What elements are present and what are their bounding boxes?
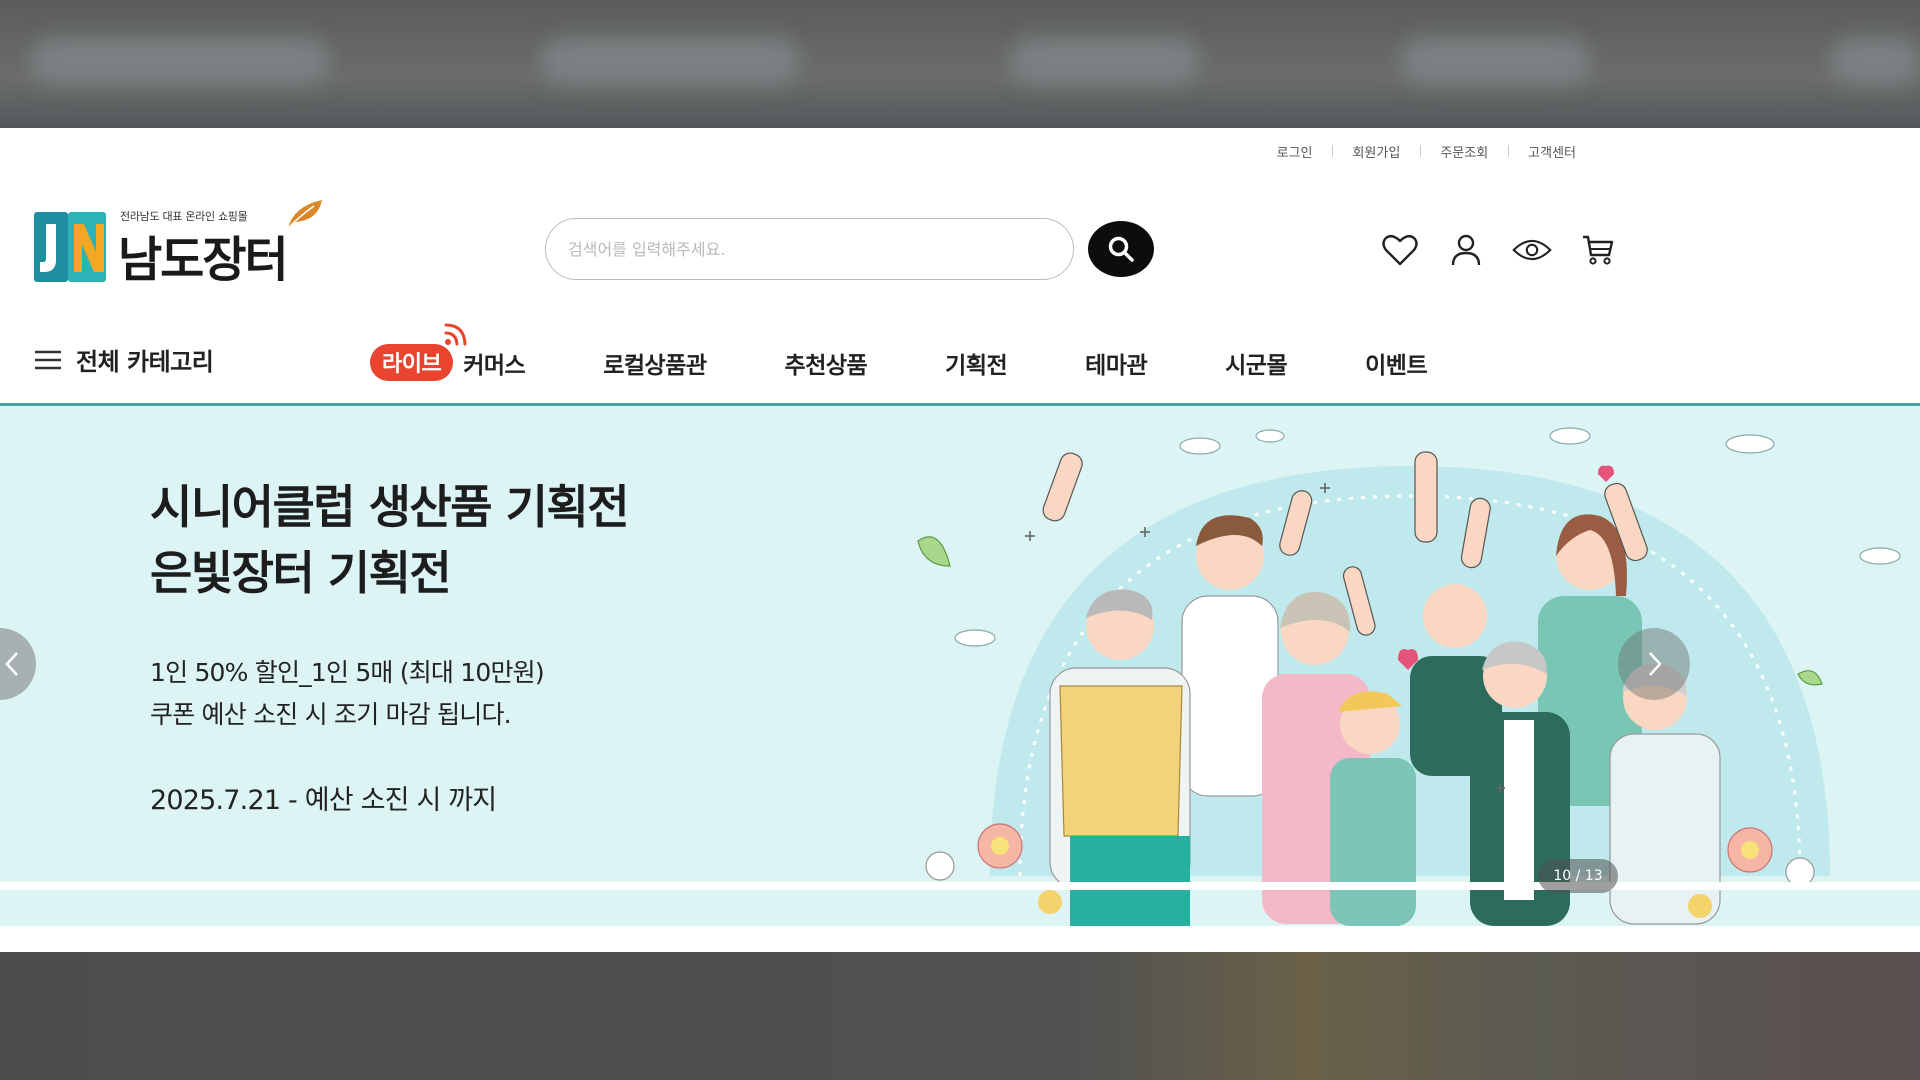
live-badge: 라이브: [370, 344, 454, 381]
logo-mark-icon: [34, 212, 106, 282]
search-button[interactable]: [1088, 221, 1154, 277]
main-navigation: 전체 카테고리 라이브 커머스 로컬상품관 추천상품 기획전 테마관 시군몰 이…: [0, 323, 1920, 404]
search-box: [545, 218, 1074, 280]
banner-title-line-1: 시니어클럽 생산품 기획전: [150, 480, 630, 534]
cart-icon: [1583, 235, 1614, 265]
chevron-left-icon: [5, 652, 18, 676]
leaf-icon: [287, 200, 322, 229]
page-bottom-strip: [0, 926, 1920, 952]
heart-icon: [1382, 234, 1418, 266]
logo-name: 남도장터: [118, 232, 289, 288]
nav-item-events[interactable]: 이벤트: [1365, 346, 1427, 380]
wishlist-button[interactable]: [1380, 230, 1420, 270]
blurred-top-frame: [0, 0, 1920, 128]
search-input[interactable]: [546, 219, 1073, 279]
live-commerce-label: 커머스: [463, 352, 526, 379]
banner-desc-line-1: 1인 50% 할인_1인 5매 (최대 10만원): [150, 658, 545, 687]
nav-item-recommended[interactable]: 추천상품: [785, 346, 868, 380]
slide-progress-bar: [0, 882, 1920, 890]
all-categories-button[interactable]: 전체 카테고리: [34, 342, 214, 377]
banner-period: 2025.7.21 - 예산 소진 시 까지: [150, 785, 497, 816]
broadcast-icon: [444, 323, 467, 346]
cart-button[interactable]: [1578, 230, 1618, 270]
banner-title: 시니어클럽 생산품 기획전 은빛장터 기획전: [150, 474, 630, 606]
banner-desc-line-2: 쿠폰 예산 소진 시 조기 마감 됩니다.: [150, 700, 512, 729]
banner-title-line-2: 은빛장터 기획전: [150, 546, 452, 600]
hamburger-menu-icon: [35, 350, 61, 369]
web-page: 로그인 회원가입 주문조회 고객센터 전라남도 대표 온라인 쇼핑몰 남도장터: [0, 128, 1920, 952]
hero-banner[interactable]: 시니어클럽 생산품 기획전 은빛장터 기획전 1인 50% 할인_1인 5매 (…: [0, 406, 1920, 926]
slide-counter: 10 / 13: [1538, 859, 1618, 893]
signup-link[interactable]: 회원가입: [1332, 142, 1420, 161]
user-icon: [1451, 234, 1481, 266]
blurred-bottom-frame: [0, 952, 1920, 1080]
nav-item-live-commerce[interactable]: 라이브 커머스: [370, 323, 526, 381]
next-slide-button[interactable]: [1618, 628, 1690, 700]
senior-group-illustration: [917, 427, 1901, 926]
header-icons: [1380, 230, 1618, 270]
prev-slide-button[interactable]: [0, 628, 36, 700]
nav-item-city-county-mall[interactable]: 시군몰: [1225, 346, 1287, 380]
banner-description: 1인 50% 할인_1인 5매 (최대 10만원) 쿠폰 예산 소진 시 조기 …: [150, 652, 545, 736]
nav-item-local-products[interactable]: 로컬상품관: [603, 346, 707, 380]
nav-menu: 라이브 커머스 로컬상품관 추천상품 기획전 테마관 시군몰 이벤트: [370, 323, 1428, 381]
my-account-button[interactable]: [1446, 230, 1486, 270]
utility-links: 로그인 회원가입 주문조회 고객센터: [1257, 142, 1596, 161]
order-lookup-link[interactable]: 주문조회: [1420, 142, 1508, 161]
eye-icon: [1512, 239, 1552, 261]
login-link[interactable]: 로그인: [1257, 142, 1333, 161]
nav-item-theme[interactable]: 테마관: [1085, 346, 1147, 380]
all-categories-label: 전체 카테고리: [76, 348, 214, 376]
nav-item-exhibitions[interactable]: 기획전: [945, 346, 1007, 380]
search-icon: [1108, 236, 1134, 262]
customer-center-link[interactable]: 고객센터: [1508, 142, 1596, 161]
site-logo[interactable]: 전라남도 대표 온라인 쇼핑몰 남도장터: [34, 200, 334, 296]
recently-viewed-button[interactable]: [1512, 230, 1552, 270]
chevron-right-icon: [1649, 652, 1662, 676]
